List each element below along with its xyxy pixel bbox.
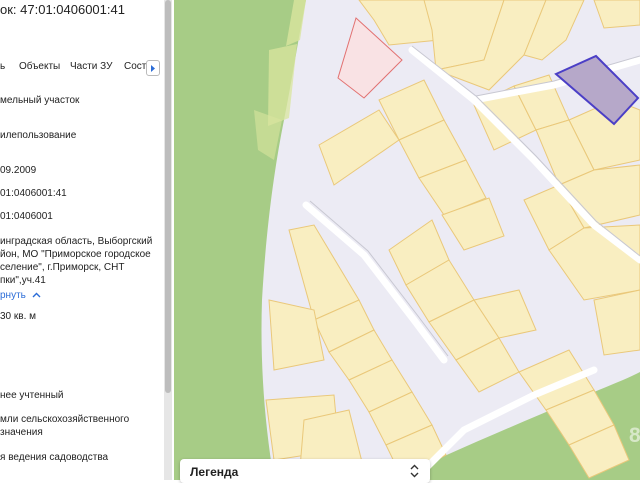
panel-scroll-thumb[interactable] xyxy=(165,0,171,393)
field-address-line-3: селение", г.Приморск, СНТ xyxy=(0,262,125,273)
field-area: 30 кв. м xyxy=(0,311,37,322)
map-canvas[interactable] xyxy=(174,0,640,480)
field-usage: я ведения садоводства xyxy=(0,452,109,463)
field-address-line-4: пки",уч.41 xyxy=(0,275,46,286)
chevron-right-icon xyxy=(151,65,155,72)
field-category-line-2: значения xyxy=(0,427,43,438)
field-status: нее учтенный xyxy=(0,390,64,401)
legend-label: Легенда xyxy=(190,465,239,479)
cadastral-map[interactable]: 8769421 xyxy=(174,0,640,480)
chevron-up-icon xyxy=(32,292,41,298)
field-ownership: илепользование xyxy=(0,130,77,141)
field-type: мельный участок xyxy=(0,95,80,106)
field-quarter: 01:0406001 xyxy=(0,211,53,222)
collapse-link[interactable]: рнуть xyxy=(0,289,41,302)
panel-scrollbar[interactable] xyxy=(164,0,172,480)
field-address-line-2: йон, МО "Приморское городское xyxy=(0,249,151,260)
field-category-line-1: мли сельскохозяйственного xyxy=(0,414,130,425)
tab-partial[interactable]: ь xyxy=(0,61,5,72)
field-cad-number: 01:0406001:41 xyxy=(0,188,67,199)
tab-objects[interactable]: Объекты xyxy=(19,61,60,72)
collapse-link-label: рнуть xyxy=(0,290,26,301)
field-date: 09.2009 xyxy=(0,165,37,176)
tab-scroll-button[interactable] xyxy=(146,60,160,76)
field-address-line-1: инградская область, Выборгский xyxy=(0,236,153,247)
map-watermark: 8769421 xyxy=(629,424,640,447)
green-parcel-2 xyxy=(268,44,297,126)
tab-parts[interactable]: Части ЗУ xyxy=(70,61,112,72)
parcel-title: ок: 47:01:0406001:41 xyxy=(0,2,125,17)
legend-dropdown[interactable]: Легенда xyxy=(180,459,430,483)
info-panel: ок: 47:01:0406001:41 ь Объекты Части ЗУ … xyxy=(0,0,172,480)
expand-collapse-icon xyxy=(410,464,419,478)
